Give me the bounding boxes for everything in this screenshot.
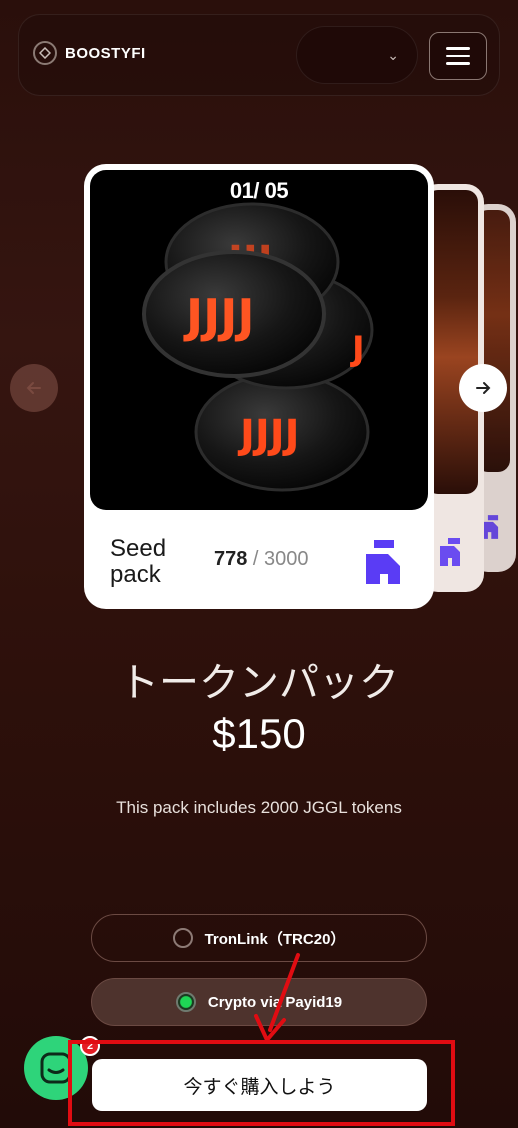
brand-logo-icon: [366, 540, 400, 584]
product-title: トークンパック: [119, 660, 399, 706]
payment-option-label: Crypto via Payid19: [207, 993, 343, 1011]
logo-icon: [33, 41, 57, 65]
payment-option-payid19[interactable]: Crypto via Payid19: [91, 978, 427, 1026]
arrow-right-icon: [476, 382, 491, 394]
radio-checked-icon[interactable]: [175, 992, 196, 1012]
supply-separator: /: [247, 548, 265, 570]
carousel-prev-button[interactable]: [10, 364, 58, 412]
chevron-down-icon: ⌄: [387, 47, 399, 63]
header-bar: BOOSTYFI ⌄: [18, 14, 500, 96]
hamburger-menu-icon[interactable]: [429, 32, 487, 80]
svg-text:JJJJ: JJJJ: [183, 289, 254, 343]
pack-name: Seed pack: [110, 536, 166, 588]
language-selector[interactable]: ⌄: [296, 26, 418, 84]
pack-total-count: 3000: [264, 548, 309, 570]
logo[interactable]: BOOSTYFI: [33, 41, 146, 65]
carousel-next-button[interactable]: [459, 364, 507, 412]
payment-option-tronlink[interactable]: TronLink（TRC20）: [91, 914, 427, 962]
carousel-counter: 01/ 05: [229, 178, 289, 203]
arrow-left-icon: [26, 382, 41, 394]
logo-text: BOOSTYFI: [65, 44, 146, 62]
buy-now-button[interactable]: 今すぐ購入しよう: [92, 1059, 427, 1111]
svg-text:J: J: [350, 329, 365, 369]
payment-option-label: TronLink（TRC20）: [204, 930, 346, 948]
token-coins-image: JJJJ JJJ JJJJ J 01/ 05: [90, 170, 428, 510]
product-description: This pack includes 2000 JGGL tokens: [116, 798, 402, 817]
pack-name-line-1: Seed: [110, 535, 167, 562]
product-price: $150: [212, 710, 306, 757]
svg-text:JJJJ: JJJJ: [237, 412, 300, 458]
radio-unchecked-icon[interactable]: [172, 928, 193, 948]
seed-pack-card[interactable]: JJJJ JJJ JJJJ J 01/ 05 Seed pack 778 / 3…: [84, 164, 434, 609]
pack-sold-count: 778: [214, 548, 248, 570]
pack-name-line-2: pack: [110, 561, 161, 588]
pack-supply: 778 / 3000: [214, 548, 309, 571]
